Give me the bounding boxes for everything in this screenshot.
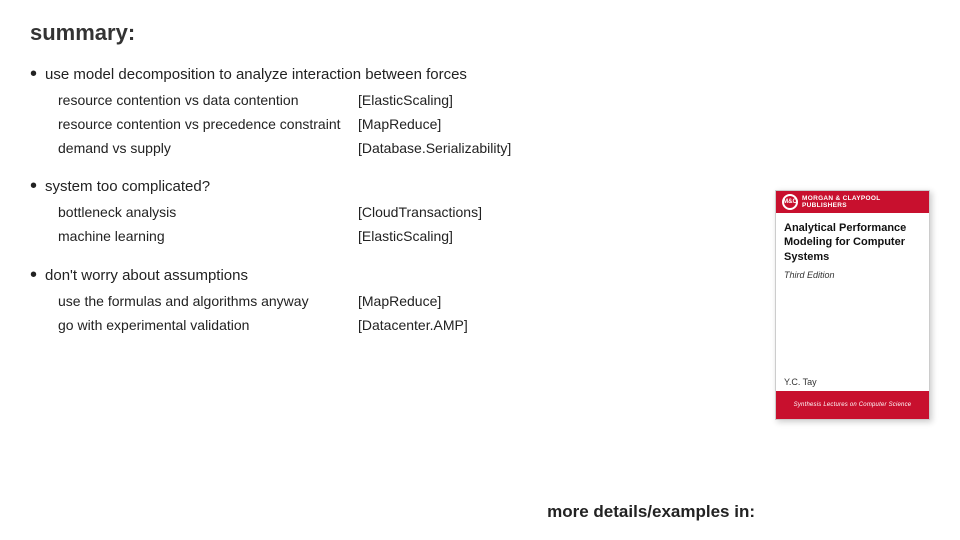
bullet-text-2: system too complicated? <box>45 176 210 197</box>
book-publisher-name: MORGAN & CLAYPOOL PUBLISHERS <box>802 195 923 209</box>
indent-label-3-1: go with experimental validation <box>58 314 358 338</box>
footer-text: more details/examples in: <box>547 502 755 522</box>
indent-ref-3-1: [Datacenter.AMP] <box>358 314 558 338</box>
indent-ref-1-1: [MapReduce] <box>358 113 558 137</box>
book-logo: M&C <box>782 194 798 210</box>
indent-ref-1-0: [ElasticScaling] <box>358 89 558 113</box>
indent-refs-1: [ElasticScaling] [MapReduce] [Database.S… <box>358 89 558 160</box>
indent-label-1-0: resource contention vs data contention <box>58 89 358 113</box>
bullet-text-3: don't worry about assumptions <box>45 265 248 286</box>
book-bottom-bar: Synthesis Lectures on Computer Science <box>776 391 929 419</box>
bullet-dot-2: • <box>30 176 37 196</box>
indent-labels-3: use the formulas and algorithms anyway g… <box>58 290 358 338</box>
indent-ref-2-1: [ElasticScaling] <box>358 225 558 249</box>
indent-label-2-0: bottleneck analysis <box>58 201 358 225</box>
page-title: summary: <box>30 20 930 46</box>
indent-block-1: resource contention vs data contention r… <box>58 89 930 160</box>
bullet-dot-3: • <box>30 265 37 285</box>
book-series: Synthesis Lectures on Computer Science <box>794 402 912 408</box>
bullet-text-1: use model decomposition to analyze inter… <box>45 64 467 85</box>
book-edition: Third Edition <box>784 270 921 280</box>
indent-labels-1: resource contention vs data contention r… <box>58 89 358 160</box>
bullet-row-1: • use model decomposition to analyze int… <box>30 64 930 85</box>
book-logo-text: M&C <box>783 199 797 205</box>
indent-label-3-0: use the formulas and algorithms anyway <box>58 290 358 314</box>
bullet-section-1: • use model decomposition to analyze int… <box>30 64 930 160</box>
indent-label-1-2: demand vs supply <box>58 137 358 161</box>
indent-refs-2: [CloudTransactions] [ElasticScaling] <box>358 201 558 249</box>
indent-label-2-1: machine learning <box>58 225 358 249</box>
indent-refs-3: [MapReduce] [Datacenter.AMP] <box>358 290 558 338</box>
page: summary: • use model decomposition to an… <box>0 0 960 540</box>
indent-labels-2: bottleneck analysis machine learning <box>58 201 358 249</box>
book-author: Y.C. Tay <box>784 371 921 387</box>
book-body: Analytical Performance Modeling for Comp… <box>776 213 929 391</box>
bullet-dot-1: • <box>30 64 37 84</box>
indent-ref-3-0: [MapReduce] <box>358 290 558 314</box>
indent-label-1-1: resource contention vs precedence constr… <box>58 113 358 137</box>
book-top-bar: M&C MORGAN & CLAYPOOL PUBLISHERS <box>776 191 929 213</box>
indent-ref-1-2: [Database.Serializability] <box>358 137 558 161</box>
book-cover: M&C MORGAN & CLAYPOOL PUBLISHERS Analyti… <box>775 190 930 420</box>
indent-ref-2-0: [CloudTransactions] <box>358 201 558 225</box>
book-title: Analytical Performance Modeling for Comp… <box>784 221 921 264</box>
